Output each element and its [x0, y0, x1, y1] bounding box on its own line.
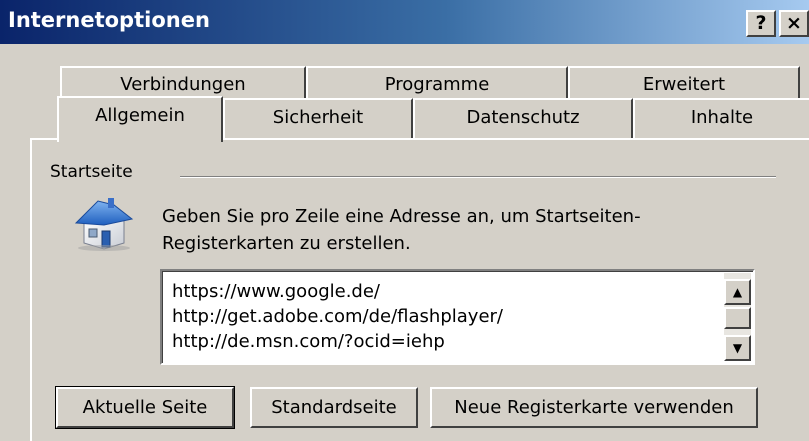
scroll-up-button[interactable]: ▲: [724, 279, 751, 305]
tab-sicherheit[interactable]: Sicherheit: [223, 98, 413, 140]
url-line: https://www.google.de/: [172, 281, 380, 302]
url-line: http://get.adobe.com/de/flashplayer/: [172, 306, 503, 327]
group-divider: [180, 176, 776, 178]
use-new-tab-button[interactable]: Neue Registerkarte verwenden: [430, 387, 758, 428]
description-line-2: Registerkarten zu erstellen.: [162, 233, 411, 254]
house-icon: [74, 198, 134, 251]
vertical-scrollbar[interactable]: ▲ ▼: [724, 273, 751, 361]
homepage-description: Geben Sie pro Zeile eine Adresse an, um …: [162, 203, 722, 257]
use-default-button[interactable]: Standardseite: [250, 387, 418, 428]
tab-inhalte[interactable]: Inhalte: [633, 98, 809, 140]
url-line: http://de.msn.com/?ocid=iehp: [172, 331, 445, 352]
description-line-1: Geben Sie pro Zeile eine Adresse an, um …: [162, 206, 641, 227]
window-title: Internetoptionen: [8, 8, 210, 32]
group-label-startseite: Startseite: [50, 162, 141, 182]
scroll-down-button[interactable]: ▼: [724, 335, 751, 361]
title-bar: Internetoptionen ? ×: [0, 0, 809, 44]
homepage-url-textarea[interactable]: https://www.google.de/ http://get.adobe.…: [160, 269, 755, 365]
tab-allgemein[interactable]: Allgemein: [57, 96, 223, 142]
tab-datenschutz[interactable]: Datenschutz: [413, 98, 633, 140]
close-button[interactable]: ×: [779, 10, 809, 37]
scroll-thumb[interactable]: [724, 307, 751, 329]
help-button[interactable]: ?: [746, 10, 776, 37]
use-current-button[interactable]: Aktuelle Seite: [55, 386, 235, 429]
